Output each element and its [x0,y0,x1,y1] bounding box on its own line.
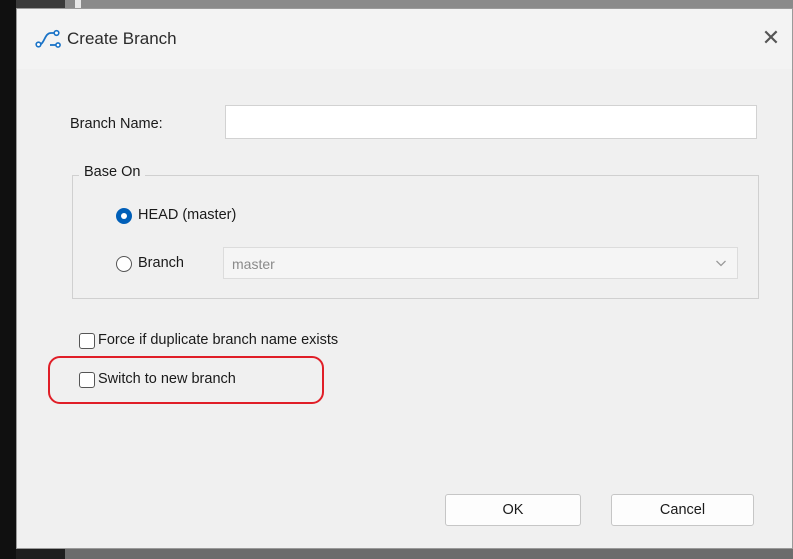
chevron-down-icon [716,260,726,267]
base-branch-select-value: master [232,256,275,272]
branch-icon [35,29,61,48]
background-window-marker [75,0,81,8]
dialog-title: Create Branch [67,29,177,48]
background-window-left [0,0,16,559]
radio-selected-dot [121,213,127,219]
branch-radio-label[interactable]: Branch [138,255,184,271]
background-window-bottom-light [65,549,793,559]
force-duplicate-checkbox[interactable] [79,333,95,349]
cancel-button[interactable]: Cancel [611,494,754,526]
base-branch-select[interactable]: master [223,247,738,279]
head-radio-label[interactable]: HEAD (master) [138,207,236,223]
title-bar: Create Branch ✕ [17,9,792,69]
branch-radio-button[interactable] [116,256,132,272]
screen: Create Branch ✕ Branch Name: Base On HEA… [0,0,793,559]
base-on-group [72,175,759,299]
branch-name-label: Branch Name: [70,116,163,132]
branch-name-input[interactable] [225,105,757,139]
base-on-group-label: Base On [79,164,146,180]
create-branch-dialog: Create Branch ✕ Branch Name: Base On HEA… [16,8,793,549]
head-radio-button[interactable] [116,208,132,224]
red-highlight-annotation [48,356,324,404]
ok-button[interactable]: OK [445,494,581,526]
background-window-top-light [65,0,793,8]
force-duplicate-label[interactable]: Force if duplicate branch name exists [98,332,338,348]
close-icon[interactable]: ✕ [758,25,784,51]
